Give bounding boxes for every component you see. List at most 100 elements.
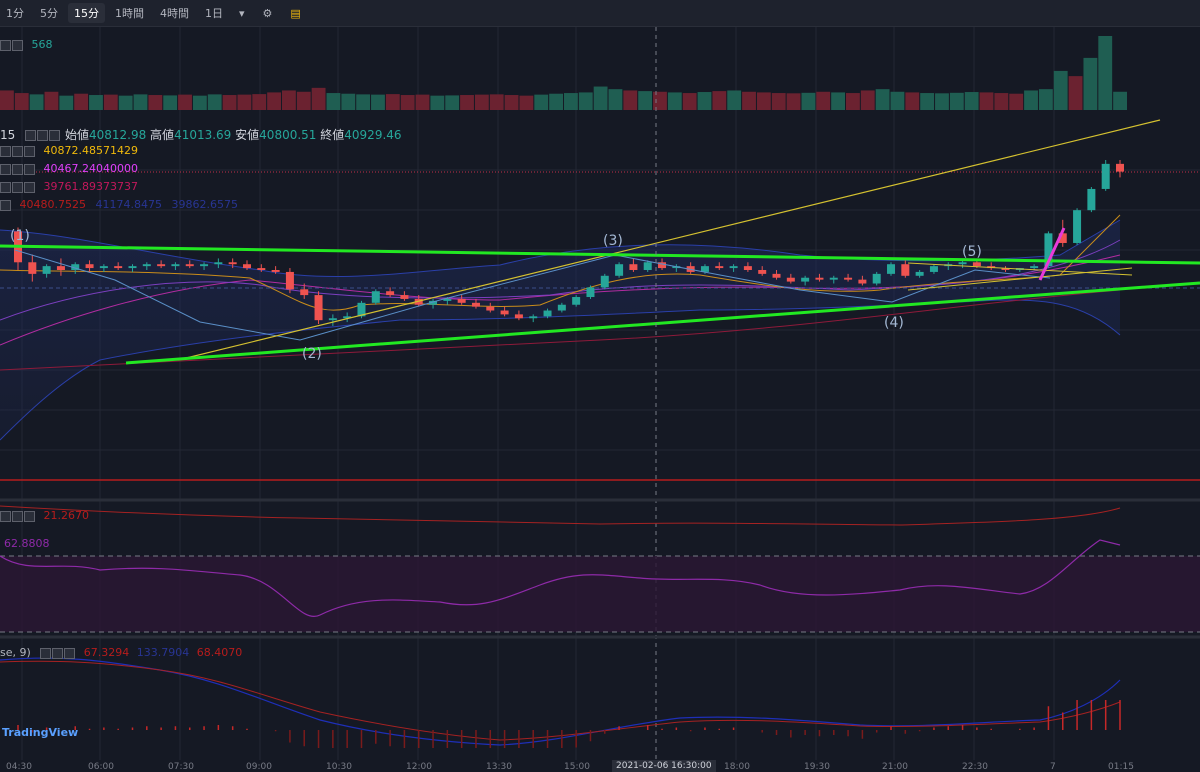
volume-bar: [237, 94, 252, 110]
volume-bar: [623, 90, 638, 110]
volume-bar: [949, 92, 964, 110]
volume-bar: [578, 92, 593, 110]
candle-body: [743, 266, 752, 270]
volume-bar: [742, 91, 756, 110]
volume-bar: [519, 95, 534, 110]
candle-body: [715, 266, 724, 269]
timeframe-15m[interactable]: 15分: [68, 3, 105, 23]
volume-bar: [356, 94, 371, 110]
volume-bar: [890, 91, 905, 110]
settings-icon[interactable]: ⚙: [257, 5, 279, 22]
timeframe-5m[interactable]: 5分: [34, 3, 64, 23]
candle-body: [300, 289, 309, 296]
volume-bar: [682, 93, 697, 110]
macd-value-2: 133.7904: [136, 646, 190, 659]
candle-body: [901, 264, 910, 276]
candle-body: [643, 262, 652, 270]
timeframe-toolbar: 1分 5分 15分 1時間 4時間 1日 ▾ ⚙ ▤: [0, 0, 1200, 27]
rsi-value: 62.8808: [4, 537, 50, 550]
timeframe-1m[interactable]: 1分: [0, 3, 30, 23]
candle-body: [185, 264, 194, 267]
ma3-legend: 39761.89373737: [0, 180, 138, 193]
time-label: 01:15: [1108, 762, 1134, 772]
volume-bar: [846, 93, 860, 110]
timeframe-1h[interactable]: 1時間: [109, 3, 150, 23]
candle-body: [56, 266, 65, 270]
candle-body: [142, 264, 151, 267]
volume-bar: [593, 86, 608, 110]
timeframe-1d[interactable]: 1日: [199, 3, 229, 23]
volume-bar: [1068, 76, 1083, 110]
chevron-down-icon[interactable]: ▾: [233, 5, 251, 22]
candle-body: [228, 262, 237, 265]
candle-body: [99, 266, 108, 269]
tradingview-watermark: TradingView: [2, 726, 79, 739]
candle-body: [557, 304, 566, 311]
candle-type-icon[interactable]: ▤: [284, 5, 306, 22]
volume-bar: [415, 94, 430, 110]
ma3-value: 39761.89373737: [43, 180, 138, 193]
volume-bar: [44, 91, 59, 110]
candle-body: [615, 264, 624, 276]
candle-body: [972, 262, 981, 267]
candle-body: [629, 264, 638, 270]
volume-bar: [148, 95, 163, 110]
wave-label-4: (4): [884, 315, 904, 331]
time-label: 18:00: [724, 762, 750, 772]
candle-body: [486, 306, 495, 311]
candle-body: [1087, 188, 1096, 211]
ma2-legend: 40467.24040000: [0, 162, 138, 175]
volume-bar: [341, 93, 356, 110]
volume-bar: [994, 93, 1009, 110]
volume-bar: [860, 90, 875, 110]
candle-body: [328, 318, 337, 321]
volume-bar: [935, 93, 949, 110]
volume-bar: [192, 95, 207, 110]
volume-bar: [1009, 93, 1024, 110]
volume-bar: [178, 94, 192, 110]
volume-bar: [549, 93, 563, 110]
candle-body: [915, 271, 924, 276]
macd-value-3: 68.4070: [196, 646, 243, 659]
bb-value-3: 39862.6575: [171, 198, 238, 211]
volume-bar: [133, 94, 148, 110]
volume-bar: [445, 95, 460, 110]
candle-body: [28, 262, 37, 274]
open-value: 40812.98: [88, 128, 147, 142]
macd-legend: se, 9) 67.3294 133.7904 68.4070: [0, 646, 242, 659]
candle-body: [801, 277, 810, 282]
ma1-value: 40872.48571429: [43, 144, 138, 157]
volume-legend: 568: [0, 38, 53, 51]
volume-bar: [29, 94, 44, 110]
volume-bar: [430, 95, 445, 110]
volume-bar: [74, 93, 89, 110]
volume-bar: [296, 91, 311, 110]
candle-body: [958, 262, 967, 265]
volume-bar: [282, 90, 296, 110]
volume-bar: [667, 92, 682, 110]
ma2-value: 40467.24040000: [43, 162, 138, 175]
volume-bar: [0, 90, 14, 110]
volume-bars: [0, 36, 1127, 110]
candle-body: [514, 314, 523, 319]
adx-line: [0, 505, 1121, 526]
close-value: 40929.46: [344, 128, 402, 142]
high-value: 41013.69: [174, 128, 232, 142]
adx-legend: 21.2670: [0, 509, 89, 522]
volume-bar: [89, 95, 103, 110]
candle-body: [872, 273, 881, 284]
volume-bar: [118, 95, 133, 110]
volume-bar: [326, 93, 341, 110]
timeframe-4h[interactable]: 4時間: [154, 3, 195, 23]
candle-body: [529, 316, 538, 319]
volume-bar: [1083, 57, 1098, 110]
candle-body: [1116, 163, 1124, 172]
time-label: 19:30: [804, 762, 830, 772]
candle-body: [815, 277, 824, 280]
volume-bar: [786, 93, 801, 110]
volume-bar: [14, 93, 29, 110]
candle-body: [572, 297, 581, 305]
candle-body: [171, 264, 180, 267]
time-label: 04:30: [6, 762, 32, 772]
signal-line: [0, 660, 1121, 741]
